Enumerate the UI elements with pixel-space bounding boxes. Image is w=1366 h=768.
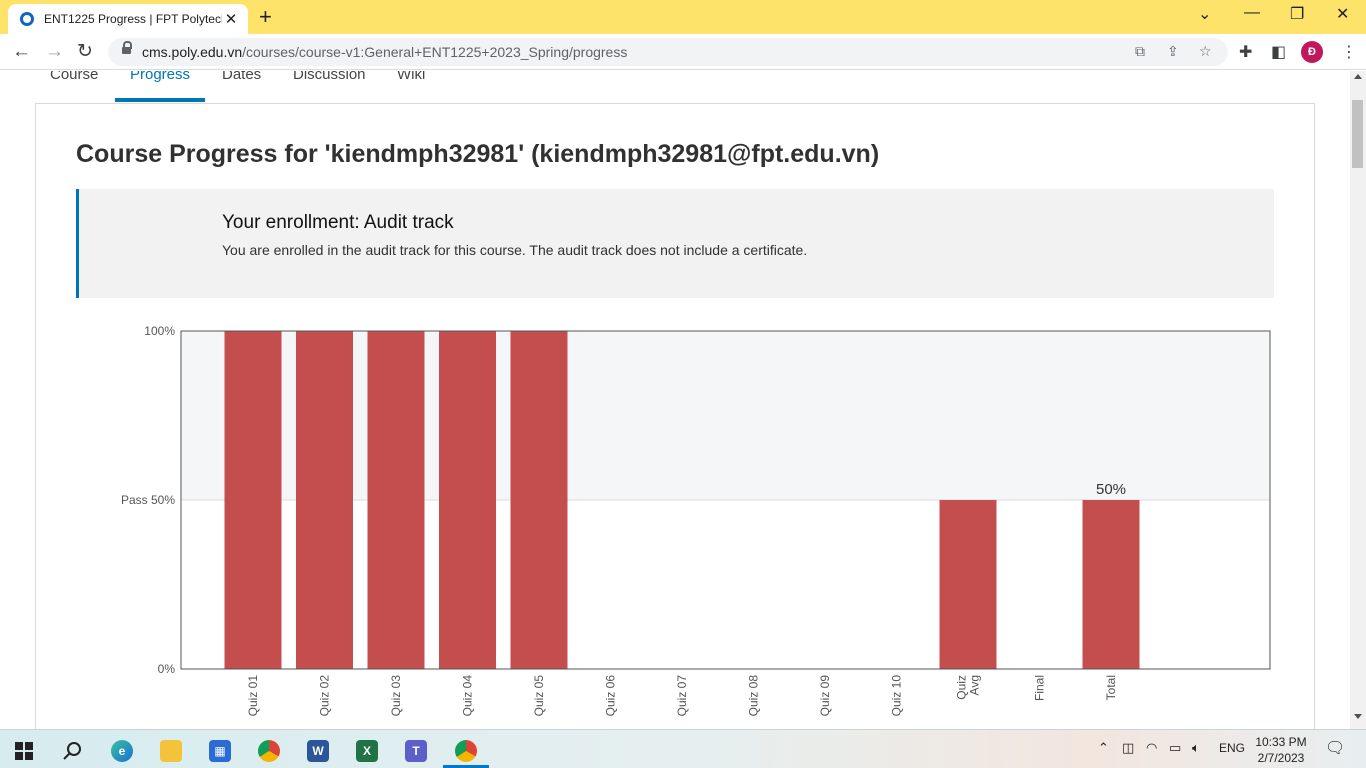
bar-total: [1082, 500, 1140, 669]
reload-icon[interactable]: ↻: [77, 40, 93, 64]
store-icon: ▦: [209, 740, 231, 762]
taskbar-edge[interactable]: e: [102, 734, 142, 768]
chrome-icon: [258, 740, 280, 762]
edge-icon: e: [111, 740, 133, 762]
extensions-icon[interactable]: ✚: [1239, 42, 1252, 62]
taskbar-store[interactable]: ▦: [200, 734, 240, 768]
side-panel-icon[interactable]: ◧: [1271, 42, 1286, 62]
y-tick-label: 0%: [158, 662, 176, 676]
x-tick-label: Quiz 09: [818, 675, 832, 717]
notifications-icon[interactable]: 🗨︎: [1325, 738, 1345, 758]
taskbar-chrome-profile[interactable]: [446, 734, 486, 768]
new-tab-icon[interactable]: +: [259, 5, 272, 29]
taskbar-word[interactable]: W: [298, 734, 338, 768]
bookmark-star-icon[interactable]: ☆: [1199, 43, 1212, 60]
taskbar-file-explorer[interactable]: [151, 734, 191, 768]
address-bar[interactable]: cms.poly.edu.vn/courses/course-v1:Genera…: [108, 38, 1228, 66]
bar-quiz-02: [296, 331, 353, 669]
file-explorer-icon: [160, 740, 182, 762]
x-tick-label: Quiz: [955, 675, 969, 700]
browser-tab[interactable]: ENT1225 Progress | FPT Polytech ✕: [8, 4, 248, 34]
bar-quiz-01: [224, 331, 282, 669]
data-label-total: 50%: [1096, 481, 1126, 498]
taskbar-search-button[interactable]: [52, 734, 92, 768]
bar-quiz-05: [510, 331, 568, 669]
share-icon[interactable]: ⇪: [1167, 43, 1179, 60]
site-favicon-icon: [20, 12, 34, 26]
menu-kebab-icon[interactable]: ⋮: [1341, 42, 1357, 62]
bar-quiz-03: [367, 331, 425, 669]
y-tick-label: 100%: [144, 324, 175, 338]
windows-taskbar: e ▦ W X T ⌃ ◫ ◠ ▭ 🔈︎ ENG 10:33 PM 2/7/20…: [0, 729, 1366, 768]
x-tick-label: Total: [1104, 675, 1118, 700]
windows-start-button[interactable]: [4, 734, 44, 768]
lock-icon[interactable]: [122, 41, 132, 56]
grade-chart: 0% Pass 50% 100% Quiz 01 Quiz 02 Quiz 03 Quiz …: [121, 324, 1271, 717]
volume-icon[interactable]: 🔈︎: [1192, 740, 1200, 756]
battery-icon[interactable]: ▭: [1169, 740, 1181, 756]
browser-titlebar: ENT1225 Progress | FPT Polytech ✕ + ⌄ — …: [0, 0, 1366, 34]
x-tick-label: Quiz 02: [318, 675, 332, 717]
browser-toolbar: ← → ↻ cms.poly.edu.vn/courses/course-v1:…: [0, 34, 1366, 70]
chrome-profile-icon: [455, 740, 477, 762]
tray-chevron-up-icon[interactable]: ⌃: [1098, 740, 1109, 756]
word-icon: W: [307, 740, 329, 762]
search-icon: [63, 742, 81, 760]
taskbar-chrome[interactable]: [249, 734, 289, 768]
x-tick-label: Quiz 06: [604, 675, 618, 717]
tab-title: ENT1225 Progress | FPT Polytech: [44, 12, 222, 26]
y-tick-label: Pass 50%: [121, 493, 175, 507]
tab-close-icon[interactable]: ✕: [222, 10, 240, 28]
clock-date: 2/7/2023: [1257, 751, 1305, 765]
wifi-icon[interactable]: ◠: [1146, 740, 1157, 756]
x-tick-label: Quiz 04: [461, 675, 475, 717]
page-viewport: Course Progress Dates Discussion Wiki Co…: [0, 71, 1352, 729]
excel-icon: X: [356, 740, 378, 762]
profile-avatar[interactable]: Đ: [1301, 41, 1323, 63]
bar-quiz-04: [439, 331, 496, 669]
taskbar-teams[interactable]: T: [396, 734, 436, 768]
teams-icon: T: [405, 740, 427, 762]
windows-start-icon: [15, 742, 33, 760]
minimize-icon[interactable]: —: [1244, 4, 1260, 22]
translate-icon[interactable]: ⧉: [1135, 43, 1145, 60]
bar-quiz-avg: [939, 500, 997, 669]
x-tick-label: Quiz 01: [246, 675, 260, 717]
page-scrollbar[interactable]: [1350, 71, 1366, 729]
x-tick-label: Quiz 05: [532, 675, 546, 717]
x-tick-label: Quiz 03: [389, 675, 403, 717]
clock-time: 10:33 PM: [1255, 735, 1307, 749]
tab-search-chevron-icon[interactable]: ⌄: [1198, 4, 1211, 24]
forward-icon[interactable]: →: [45, 40, 64, 64]
x-tick-label: Quiz 10: [890, 675, 904, 717]
taskbar-clock[interactable]: 10:33 PM 2/7/2023: [1252, 734, 1310, 766]
close-window-icon[interactable]: ✕: [1336, 4, 1349, 24]
restore-icon[interactable]: ❐: [1290, 4, 1304, 24]
x-tick-label: Quiz 08: [747, 675, 761, 717]
meet-now-icon[interactable]: ◫: [1122, 740, 1134, 756]
scrollbar-thumb[interactable]: [1352, 100, 1363, 168]
scroll-down-arrow-icon[interactable]: [1354, 714, 1362, 719]
back-icon[interactable]: ←: [12, 40, 31, 64]
taskbar-excel[interactable]: X: [347, 734, 387, 768]
x-tick-label: Quiz 07: [675, 675, 689, 717]
x-tick-label: Final: [1033, 675, 1047, 701]
url-text[interactable]: cms.poly.edu.vn/courses/course-v1:Genera…: [142, 44, 627, 60]
language-indicator[interactable]: ENG: [1219, 741, 1245, 755]
scroll-up-arrow-icon[interactable]: [1354, 74, 1362, 79]
x-tick-label: Avg: [968, 675, 982, 695]
